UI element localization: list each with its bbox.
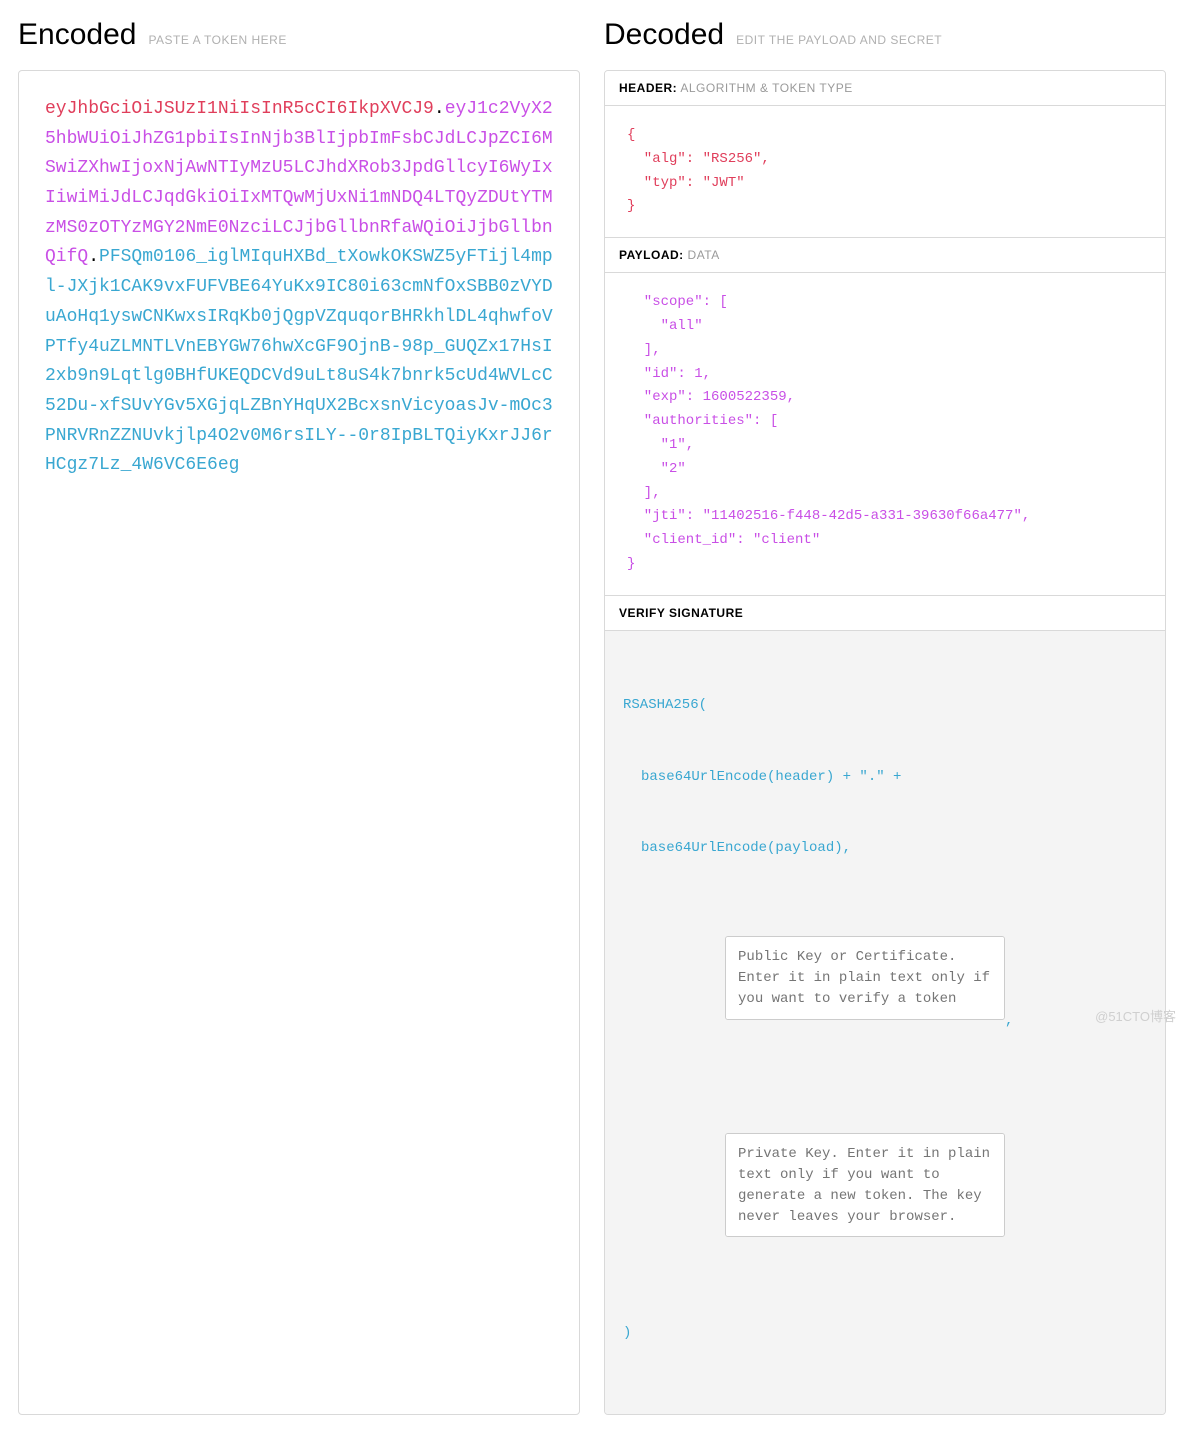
decoded-panel: HEADER: ALGORITHM & TOKEN TYPE { "alg": …: [604, 70, 1166, 1415]
signature-section-label: VERIFY SIGNATURE: [619, 606, 743, 620]
watermark-text: @51CTO博客: [1095, 1006, 1176, 1025]
signature-encode-header-line: base64UrlEncode(header) + "." +: [623, 766, 1147, 790]
signature-encode-payload-line: base64UrlEncode(payload),: [623, 837, 1147, 861]
public-key-input[interactable]: [725, 936, 1005, 1020]
signature-algo-line: RSASHA256(: [623, 694, 1147, 718]
decoded-subtitle: EDIT THE PAYLOAD AND SECRET: [736, 33, 942, 47]
encoded-title: Encoded: [18, 18, 136, 52]
encoded-subtitle: PASTE A TOKEN HERE: [148, 33, 286, 47]
encoded-panel: eyJhbGciOiJSUzI1NiIsInR5cCI6IkpXVCJ9.eyJ…: [18, 70, 580, 1415]
token-payload-segment: eyJ1c2VyX25hbWUiOiJhZG1pbiIsInNjb3BlIjpb…: [45, 99, 553, 267]
encoded-token-input[interactable]: eyJhbGciOiJSUzI1NiIsInR5cCI6IkpXVCJ9.eyJ…: [19, 71, 579, 1031]
token-header-segment: eyJhbGciOiJSUzI1NiIsInR5cCI6IkpXVCJ9: [45, 99, 434, 119]
signature-body: RSASHA256( base64UrlEncode(header) + "."…: [605, 631, 1165, 1414]
token-signature-segment: PFSQm0106_iglMIquHXBd_tXowkOKSWZ5yFTijl4…: [45, 247, 553, 475]
payload-section-label: PAYLOAD:: [619, 248, 684, 262]
payload-json-editor[interactable]: "scope": [ "all" ], "id": 1, "exp": 1600…: [605, 273, 1165, 595]
decoded-title: Decoded: [604, 18, 724, 52]
header-json-editor[interactable]: { "alg": "RS256", "typ": "JWT" }: [605, 106, 1165, 237]
decoded-column: Decoded EDIT THE PAYLOAD AND SECRET HEAD…: [604, 18, 1166, 1415]
encoded-column: Encoded PASTE A TOKEN HERE eyJhbGciOiJSU…: [18, 18, 580, 1415]
signature-section-header: VERIFY SIGNATURE: [605, 595, 1165, 631]
header-section-label: HEADER:: [619, 81, 677, 95]
private-key-input[interactable]: [725, 1133, 1005, 1237]
signature-close-paren: ): [623, 1322, 1147, 1346]
header-section-sublabel: ALGORITHM & TOKEN TYPE: [680, 81, 852, 95]
encoded-title-row: Encoded PASTE A TOKEN HERE: [18, 18, 580, 52]
decoded-title-row: Decoded EDIT THE PAYLOAD AND SECRET: [604, 18, 1166, 52]
signature-comma: ,: [1005, 1013, 1013, 1029]
header-section-header: HEADER: ALGORITHM & TOKEN TYPE: [605, 71, 1165, 106]
payload-section-sublabel: DATA: [688, 248, 720, 262]
payload-section-header: PAYLOAD: DATA: [605, 237, 1165, 273]
